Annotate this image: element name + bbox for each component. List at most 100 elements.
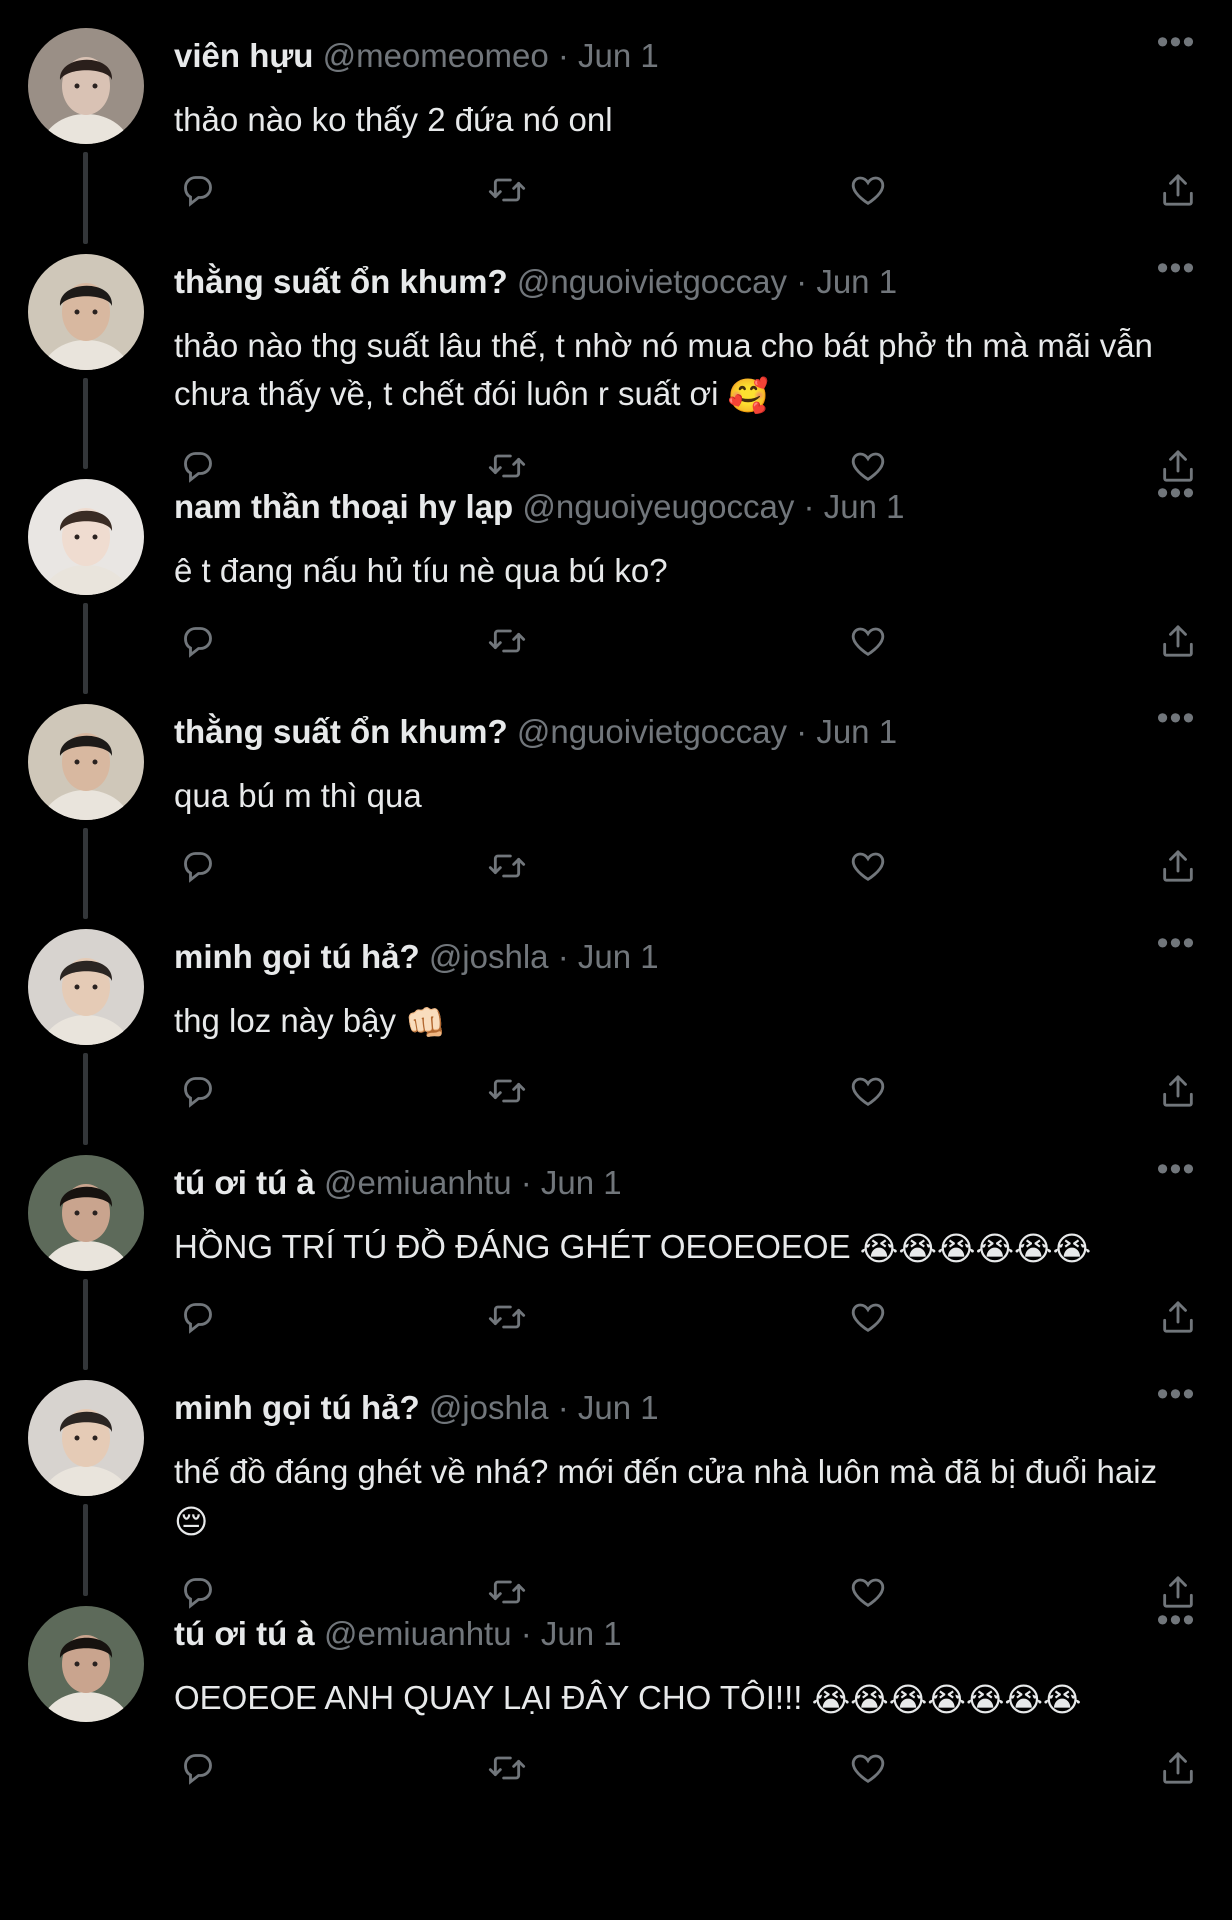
tweet-text: thế đồ đáng ghét về nhá? mới đến cửa nhà… xyxy=(174,1448,1196,1544)
tweet[interactable]: thằng suất ổn khum? @nguoivietgoccay · J… xyxy=(0,676,1232,919)
heart-icon[interactable] xyxy=(844,1744,892,1792)
separator-dot: · xyxy=(511,1164,541,1201)
tweet-actions xyxy=(174,1067,1196,1115)
heart-icon[interactable] xyxy=(844,1293,892,1341)
avatar[interactable] xyxy=(28,1380,144,1496)
separator-dot: · xyxy=(787,713,817,750)
handle[interactable]: @joshla xyxy=(429,1389,549,1426)
emoji: 👊🏻 xyxy=(405,1004,447,1042)
heart-icon[interactable] xyxy=(844,617,892,665)
avatar[interactable] xyxy=(28,929,144,1045)
retweet-icon[interactable] xyxy=(483,1744,531,1792)
reply-icon[interactable] xyxy=(174,1293,222,1341)
tweet-header: minh gọi tú hả? @joshla · Jun 1 xyxy=(174,937,1212,977)
avatar[interactable] xyxy=(28,704,144,820)
display-name[interactable]: tú ơi tú à xyxy=(174,1164,315,1201)
display-name[interactable]: minh gọi tú hả? xyxy=(174,1389,420,1426)
retweet-icon[interactable] xyxy=(483,842,531,890)
emoji: 🥰 xyxy=(727,377,769,415)
reply-icon[interactable] xyxy=(174,842,222,890)
handle[interactable]: @joshla xyxy=(429,938,549,975)
reply-icon[interactable] xyxy=(174,166,222,214)
share-icon[interactable] xyxy=(1154,1744,1202,1792)
handle[interactable]: @meomeomeo xyxy=(323,37,549,74)
more-options-icon[interactable]: ••• xyxy=(1156,25,1196,70)
more-options-icon[interactable]: ••• xyxy=(1156,476,1196,521)
tweet-header: thằng suất ổn khum? @nguoivietgoccay · J… xyxy=(174,262,1212,302)
reply-icon[interactable] xyxy=(174,1067,222,1115)
tweet-date[interactable]: Jun 1 xyxy=(541,1164,622,1201)
tweet-header: nam thần thoại hy lạp @nguoiyeugoccay · … xyxy=(174,487,1212,527)
tweet-actions xyxy=(174,617,1196,665)
avatar[interactable] xyxy=(28,1606,144,1722)
separator-dot: · xyxy=(794,488,824,525)
share-icon[interactable] xyxy=(1154,1293,1202,1341)
separator-dot: · xyxy=(548,37,579,74)
tweet-text: qua bú m thì qua xyxy=(174,772,1196,820)
share-icon[interactable] xyxy=(1154,617,1202,665)
tweet[interactable]: thằng suất ổn khum? @nguoivietgoccay · J… xyxy=(0,226,1232,483)
separator-dot: · xyxy=(511,1615,541,1652)
retweet-icon[interactable] xyxy=(483,166,531,214)
retweet-icon[interactable] xyxy=(483,617,531,665)
emoji: 😭😭😭😭😭😭 xyxy=(859,1230,1092,1268)
avatar[interactable] xyxy=(28,1155,144,1271)
tweet-date[interactable]: Jun 1 xyxy=(816,263,897,300)
avatar[interactable] xyxy=(28,254,144,370)
handle[interactable]: @emiuanhtu xyxy=(324,1615,512,1652)
share-icon[interactable] xyxy=(1154,842,1202,890)
tweet-text-content: ê t đang nấu hủ tíu nè qua bú ko? xyxy=(174,552,668,589)
tweet-date[interactable]: Jun 1 xyxy=(578,938,659,975)
tweet-text-content: OEOEOE ANH QUAY LẠI ĐÂY CHO TÔI!!! xyxy=(174,1679,803,1716)
emoji: 😭😭😭😭😭😭😭 xyxy=(811,1681,1082,1719)
separator-dot: · xyxy=(787,263,817,300)
separator-dot: · xyxy=(548,938,578,975)
tweet-date[interactable]: Jun 1 xyxy=(824,488,905,525)
display-name[interactable]: nam thần thoại hy lạp xyxy=(174,488,513,525)
avatar[interactable] xyxy=(28,479,144,595)
handle[interactable]: @nguoivietgoccay xyxy=(517,713,787,750)
handle[interactable]: @nguoiyeugoccay xyxy=(522,488,794,525)
tweet-date[interactable]: Jun 1 xyxy=(578,1389,659,1426)
heart-icon[interactable] xyxy=(844,842,892,890)
tweet[interactable]: tú ơi tú à @emiuanhtu · Jun 1 ••• OEOEOE A… xyxy=(0,1578,1232,1920)
display-name[interactable]: tú ơi tú à xyxy=(174,1615,315,1652)
display-name[interactable]: thằng suất ổn khum? xyxy=(174,713,508,750)
reply-icon[interactable] xyxy=(174,1744,222,1792)
reply-thread: viên hựu @meomeomeo · Jun 1 ••• thảo nào k… xyxy=(0,0,1232,1920)
heart-icon[interactable] xyxy=(844,1067,892,1115)
display-name[interactable]: minh gọi tú hả? xyxy=(174,938,420,975)
tweet-text: thảo nào ko thấy 2 đứa nó onl xyxy=(174,96,1196,144)
share-icon[interactable] xyxy=(1154,166,1202,214)
tweet-text-content: thảo nào thg suất lâu thế, t nhờ nó mua … xyxy=(174,327,1153,412)
tweet-actions xyxy=(174,166,1196,214)
tweet[interactable]: minh gọi tú hả? @joshla · Jun 1 ••• thg lo… xyxy=(0,901,1232,1145)
tweet-date[interactable]: Jun 1 xyxy=(541,1615,622,1652)
more-options-icon[interactable]: ••• xyxy=(1156,251,1196,296)
tweet-date[interactable]: Jun 1 xyxy=(578,37,659,74)
tweet-text: thảo nào thg suất lâu thế, t nhờ nó mua … xyxy=(174,322,1196,418)
more-options-icon[interactable]: ••• xyxy=(1156,926,1196,971)
tweet-date[interactable]: Jun 1 xyxy=(816,713,897,750)
heart-icon[interactable] xyxy=(844,166,892,214)
handle[interactable]: @nguoivietgoccay xyxy=(517,263,787,300)
handle[interactable]: @emiuanhtu xyxy=(324,1164,512,1201)
tweet-actions xyxy=(174,842,1196,890)
tweet[interactable]: tú ơi tú à @emiuanhtu · Jun 1 ••• HỒNG TRÍ… xyxy=(0,1127,1232,1370)
display-name[interactable]: viên hựu xyxy=(174,37,313,74)
tweet-text: thg loz này bậy 👊🏻 xyxy=(174,997,1196,1045)
tweet[interactable]: viên hựu @meomeomeo · Jun 1 ••• thảo nào k… xyxy=(0,0,1232,244)
avatar[interactable] xyxy=(28,28,144,144)
more-options-icon[interactable]: ••• xyxy=(1156,1603,1196,1648)
more-options-icon[interactable]: ••• xyxy=(1156,1377,1196,1422)
emoji: 😔 xyxy=(174,1503,209,1541)
retweet-icon[interactable] xyxy=(483,1067,531,1115)
tweet[interactable]: nam thần thoại hy lạp @nguoiyeugoccay · … xyxy=(0,451,1232,694)
retweet-icon[interactable] xyxy=(483,1293,531,1341)
share-icon[interactable] xyxy=(1154,1067,1202,1115)
more-options-icon[interactable]: ••• xyxy=(1156,701,1196,746)
tweet[interactable]: minh gọi tú hả? @joshla · Jun 1 ••• thế đồ… xyxy=(0,1352,1232,1609)
display-name[interactable]: thằng suất ổn khum? xyxy=(174,263,508,300)
reply-icon[interactable] xyxy=(174,617,222,665)
more-options-icon[interactable]: ••• xyxy=(1156,1152,1196,1197)
